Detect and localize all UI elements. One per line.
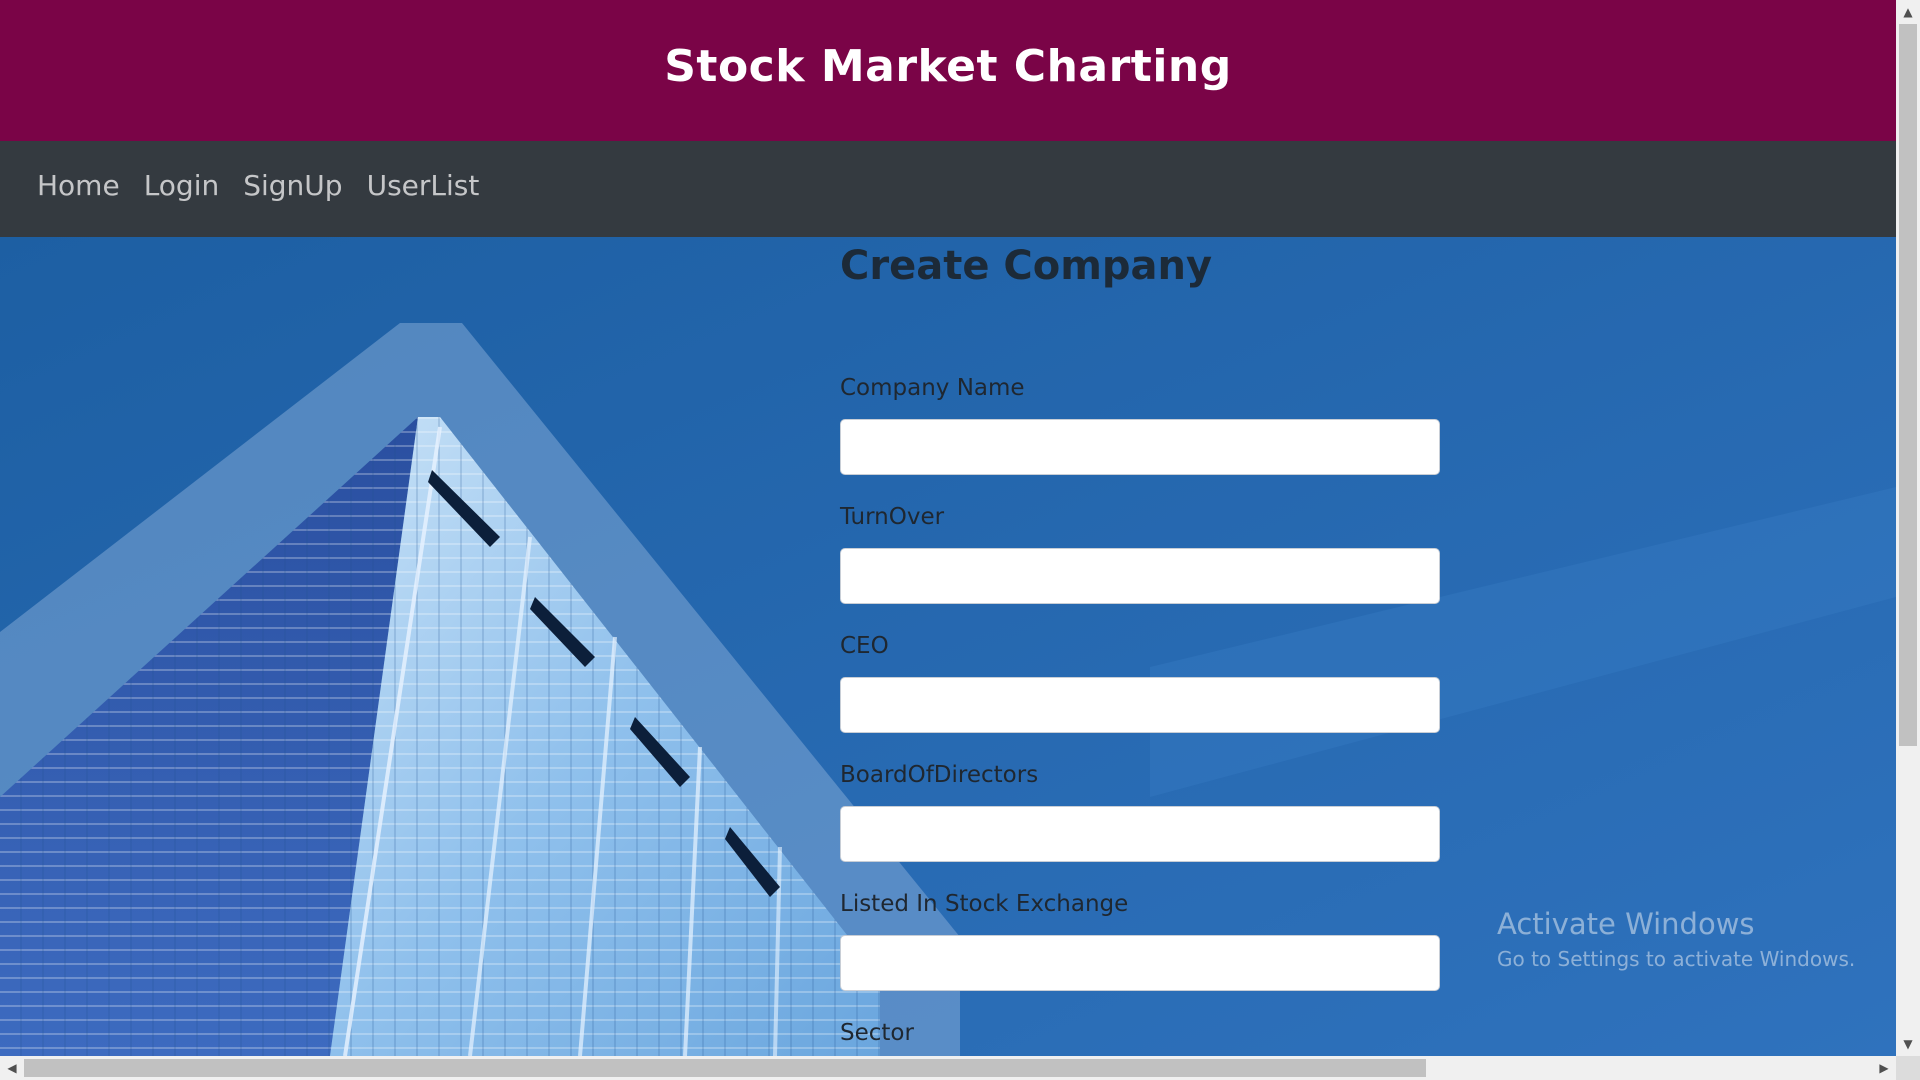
stock-exchange-input[interactable] — [840, 935, 1440, 991]
turnover-label: TurnOver — [840, 504, 945, 530]
main-navbar: Home Login SignUp UserList — [0, 141, 1896, 237]
horizontal-scrollbar[interactable]: ◀ ▶ — [0, 1056, 1896, 1080]
app-title: Stock Market Charting — [664, 41, 1232, 92]
watermark-subtitle: Go to Settings to activate Windows. — [1497, 947, 1856, 971]
ceo-label: CEO — [840, 633, 889, 659]
main-content: Create Company Company Name TurnOver CEO… — [0, 237, 1896, 1056]
sector-label: Sector — [840, 1020, 914, 1046]
scroll-down-icon[interactable]: ▼ — [1896, 1032, 1920, 1056]
app-header: Stock Market Charting — [0, 0, 1896, 141]
turnover-input[interactable] — [840, 548, 1440, 604]
scroll-right-icon[interactable]: ▶ — [1872, 1056, 1896, 1080]
scrollbar-corner — [1896, 1056, 1920, 1080]
board-of-directors-label: BoardOfDirectors — [840, 762, 1039, 788]
ceo-input[interactable] — [840, 677, 1440, 733]
activate-windows-watermark: Activate Windows Go to Settings to activ… — [1497, 907, 1855, 971]
company-name-label: Company Name — [840, 375, 1025, 401]
vertical-scroll-thumb[interactable] — [1899, 24, 1917, 746]
vertical-scrollbar[interactable]: ▲ ▼ — [1896, 0, 1920, 1056]
nav-home-link[interactable]: Home — [37, 169, 120, 202]
nav-login-link[interactable]: Login — [144, 169, 220, 202]
form-title: Create Company — [840, 243, 1213, 289]
board-of-directors-input[interactable] — [840, 806, 1440, 862]
scroll-up-icon[interactable]: ▲ — [1896, 0, 1920, 24]
scroll-left-icon[interactable]: ◀ — [0, 1056, 24, 1080]
stock-exchange-label: Listed In Stock Exchange — [840, 891, 1129, 917]
horizontal-scroll-thumb[interactable] — [24, 1059, 1426, 1077]
nav-signup-link[interactable]: SignUp — [243, 169, 342, 202]
company-name-input[interactable] — [840, 419, 1440, 475]
nav-userlist-link[interactable]: UserList — [367, 169, 480, 202]
watermark-title: Activate Windows — [1497, 907, 1755, 941]
